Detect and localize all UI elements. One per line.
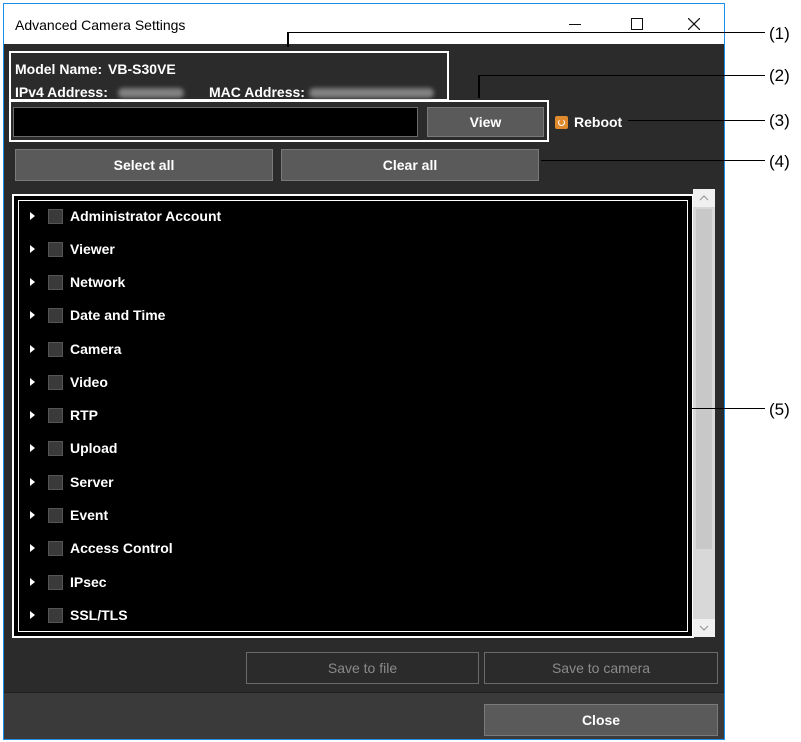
ipv4-address-value-blurred — [118, 88, 184, 98]
chevron-up-icon — [699, 195, 709, 201]
caret-right-icon[interactable] — [30, 278, 35, 286]
tree-item-label: Server — [70, 474, 114, 490]
tree-checkbox[interactable] — [48, 474, 63, 490]
reboot-checkbox[interactable]: Reboot — [555, 114, 622, 130]
close-icon — [688, 18, 700, 30]
callout-2-label: (2) — [769, 66, 790, 85]
model-name-label: Model Name: — [15, 61, 103, 77]
tree-checkbox[interactable] — [48, 208, 63, 224]
tree-item-label: IPsec — [70, 574, 107, 590]
tree-item-label: Administrator Account — [70, 208, 222, 224]
callout-5-line — [691, 408, 765, 409]
window-content: Model Name: VB-S30VE IPv4 Address: MAC A… — [4, 44, 724, 739]
tree-scrollbar[interactable] — [693, 189, 715, 637]
advanced-camera-settings-window: Advanced Camera Settings Model Name: VB-… — [3, 3, 725, 740]
caret-right-icon[interactable] — [30, 311, 35, 319]
caret-right-icon[interactable] — [30, 544, 35, 552]
tree-checkbox[interactable] — [48, 274, 63, 290]
view-button[interactable]: View — [427, 107, 544, 137]
settings-tree-frame: Administrator Account Viewer Network Dat… — [12, 194, 694, 638]
scroll-down-button[interactable] — [693, 619, 715, 637]
callout-3-line — [628, 120, 765, 121]
callout-4-label: (4) — [769, 152, 790, 171]
ipv4-address-label: IPv4 Address: — [15, 84, 108, 100]
callout-3-label: (3) — [769, 111, 790, 130]
tree-checkbox[interactable] — [48, 607, 63, 623]
mac-address-label: MAC Address: — [209, 84, 305, 100]
callout-4-line — [541, 160, 765, 161]
tree-checkbox[interactable] — [48, 374, 63, 390]
tree-item-video[interactable]: Video — [19, 368, 108, 396]
tree-item-camera[interactable]: Camera — [19, 335, 121, 363]
tree-item-network[interactable]: Network — [19, 268, 125, 296]
minimize-button[interactable] — [552, 4, 598, 44]
settings-tree: Administrator Account Viewer Network Dat… — [18, 200, 688, 632]
tree-item-access-control[interactable]: Access Control — [19, 534, 173, 562]
title-bar: Advanced Camera Settings — [4, 4, 724, 44]
window-title: Advanced Camera Settings — [15, 17, 186, 33]
callout-1-label: (1) — [769, 24, 790, 43]
caret-right-icon[interactable] — [30, 611, 35, 619]
tree-item-upload[interactable]: Upload — [19, 434, 117, 462]
caret-right-icon[interactable] — [30, 444, 35, 452]
tree-item-date-and-time[interactable]: Date and Time — [19, 301, 165, 329]
caret-right-icon[interactable] — [30, 578, 35, 586]
tree-checkbox[interactable] — [48, 574, 63, 590]
tree-item-label: Date and Time — [70, 307, 166, 323]
tree-checkbox[interactable] — [48, 507, 63, 523]
tree-item-administrator-account[interactable]: Administrator Account — [19, 202, 221, 230]
select-all-button[interactable]: Select all — [15, 149, 273, 181]
mac-address-value-blurred — [309, 88, 434, 98]
caret-right-icon[interactable] — [30, 378, 35, 386]
close-button[interactable]: Close — [484, 704, 718, 736]
tree-item-ipsec[interactable]: IPsec — [19, 568, 107, 596]
callout-1-leader — [287, 32, 289, 47]
tree-checkbox[interactable] — [48, 540, 63, 556]
tree-item-label: Event — [70, 507, 109, 523]
view-path-input[interactable] — [13, 107, 418, 137]
save-to-file-button[interactable]: Save to file — [246, 652, 479, 684]
tree-item-label: Upload — [70, 440, 118, 456]
callout-5-label: (5) — [769, 400, 790, 419]
caret-right-icon[interactable] — [30, 345, 35, 353]
tree-checkbox[interactable] — [48, 307, 63, 323]
tree-item-label: Viewer — [70, 241, 115, 257]
tree-item-event[interactable]: Event — [19, 501, 108, 529]
save-to-camera-button[interactable]: Save to camera — [484, 652, 718, 684]
tree-checkbox[interactable] — [48, 241, 63, 257]
tree-item-viewer[interactable]: Viewer — [19, 235, 115, 263]
callout-2-leader — [478, 75, 480, 98]
tree-checkbox[interactable] — [48, 440, 63, 456]
tree-item-rtp[interactable]: RTP — [19, 401, 98, 429]
caret-right-icon[interactable] — [30, 478, 35, 486]
tree-item-label: Video — [70, 374, 108, 390]
clear-all-button[interactable]: Clear all — [281, 149, 539, 181]
close-window-button[interactable] — [671, 4, 717, 44]
caret-right-icon[interactable] — [30, 212, 35, 220]
caret-right-icon[interactable] — [30, 245, 35, 253]
tree-checkbox[interactable] — [48, 341, 63, 357]
caret-right-icon[interactable] — [30, 411, 35, 419]
callout-2-line — [478, 75, 765, 76]
tree-item-label: Network — [70, 274, 126, 290]
power-icon — [555, 115, 568, 129]
caret-right-icon[interactable] — [30, 511, 35, 519]
footer-bar: Close — [4, 693, 724, 739]
reboot-label: Reboot — [574, 114, 623, 130]
tree-item-ssl-tls[interactable]: SSL/TLS — [19, 601, 128, 629]
scroll-thumb[interactable] — [696, 209, 712, 549]
scroll-up-button[interactable] — [693, 189, 715, 207]
tree-item-label: RTP — [70, 407, 98, 423]
tree-item-server[interactable]: Server — [19, 468, 114, 496]
chevron-down-icon — [699, 625, 709, 631]
tree-item-label: Camera — [70, 341, 122, 357]
maximize-icon — [631, 18, 643, 30]
tree-item-label: Access Control — [70, 540, 173, 556]
model-name-value: VB-S30VE — [108, 61, 176, 77]
maximize-button[interactable] — [614, 4, 660, 44]
tree-item-label: SSL/TLS — [70, 607, 128, 623]
callout-1-line — [287, 32, 765, 33]
minimize-icon — [569, 23, 581, 25]
tree-checkbox[interactable] — [48, 407, 63, 423]
